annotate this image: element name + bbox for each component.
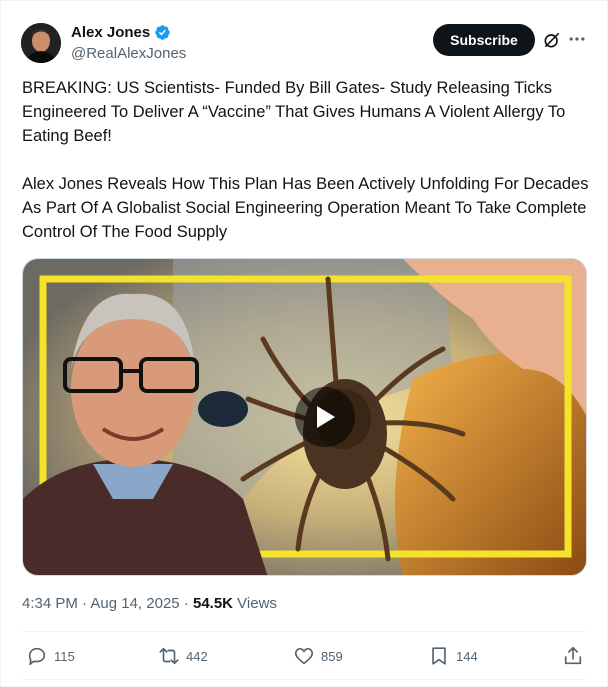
- meta-separator: ·: [77, 595, 91, 612]
- avatar[interactable]: [21, 23, 61, 63]
- like-count: 859: [321, 648, 343, 664]
- author-handle[interactable]: @RealAlexJones: [71, 45, 186, 62]
- divider: [22, 679, 586, 680]
- share-icon: [564, 646, 582, 665]
- video-thumbnail[interactable]: [22, 258, 587, 576]
- play-button[interactable]: [295, 387, 355, 447]
- views-label: Views: [233, 595, 277, 612]
- verified-badge-icon: [155, 25, 170, 40]
- tweet-date[interactable]: Aug 14, 2025: [90, 595, 179, 612]
- bookmark-icon: [432, 647, 446, 665]
- play-icon: [317, 406, 335, 428]
- tweet-text: BREAKING: US Scientists- Funded By Bill …: [22, 76, 592, 244]
- action-bar: 115 442 859 144: [22, 641, 588, 673]
- grok-icon[interactable]: [542, 30, 562, 50]
- views-count: 54.5K: [192, 595, 234, 612]
- subscribe-button[interactable]: Subscribe: [433, 24, 535, 56]
- repost-button[interactable]: 442: [158, 645, 208, 667]
- bookmark-button[interactable]: 144: [428, 645, 478, 667]
- tweet-card: Alex Jones @RealAlexJones Subscribe BREA…: [0, 0, 608, 687]
- more-options-icon[interactable]: [567, 29, 587, 49]
- reply-count: 115: [54, 648, 75, 664]
- bookmark-count: 144: [456, 648, 478, 664]
- tweet-paragraph-2: Alex Jones Reveals How This Plan Has Bee…: [22, 175, 589, 241]
- divider: [22, 631, 586, 632]
- reply-button[interactable]: 115: [26, 645, 75, 667]
- reply-icon: [28, 647, 46, 666]
- tweet-meta: 4:34 PM · Aug 14, 2025 · 54.5K Views: [22, 595, 277, 612]
- share-button[interactable]: [562, 645, 584, 667]
- repost-icon: [159, 647, 179, 665]
- meta-separator: ·: [179, 595, 193, 612]
- tweet-paragraph-1: BREAKING: US Scientists- Funded By Bill …: [22, 79, 566, 145]
- repost-count: 442: [186, 648, 208, 664]
- heart-icon: [294, 648, 314, 665]
- author-name-row[interactable]: Alex Jones: [71, 24, 171, 41]
- like-button[interactable]: 859: [293, 645, 343, 667]
- tweet-time[interactable]: 4:34 PM: [22, 595, 78, 612]
- author-display-name[interactable]: Alex Jones: [71, 24, 150, 41]
